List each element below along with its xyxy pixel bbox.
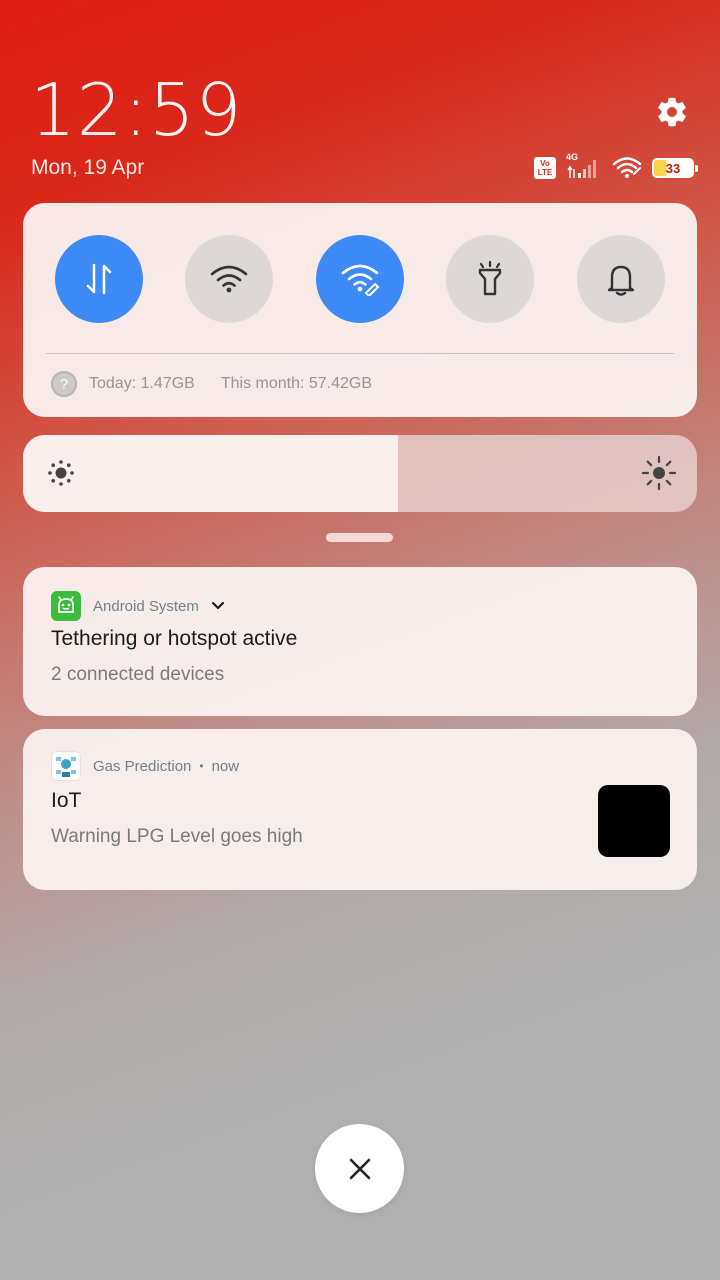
app-name: Gas Prediction <box>93 757 192 775</box>
brightness-fill <box>23 435 399 512</box>
notification-header: Android System <box>51 591 225 621</box>
flashlight-icon <box>478 260 502 296</box>
notification-header: Gas Prediction • now <box>51 751 239 781</box>
notification-body: Warning LPG Level goes high <box>51 826 303 847</box>
wifi-toggle[interactable] <box>185 235 273 323</box>
separator-dot: • <box>199 759 204 773</box>
notification-time: now <box>211 757 240 775</box>
wifi-icon <box>210 265 248 293</box>
date-label: Mon, 19 Apr <box>31 156 145 179</box>
battery-level: 33 <box>665 160 681 176</box>
volte-icon: Vo LTE <box>534 157 556 179</box>
mobile-data-icon <box>86 263 112 295</box>
hotspot-toggle[interactable] <box>316 235 404 323</box>
notification-card-gas-prediction[interactable]: Gas Prediction • now IoT Warning LPG Lev… <box>23 729 697 890</box>
battery-icon: 33 <box>652 158 698 178</box>
quick-settings-panel: ? Today: 1.47GB This month: 57.42GB <box>23 203 697 417</box>
expand-handle[interactable] <box>326 533 393 542</box>
gear-icon <box>658 97 686 127</box>
quick-settings-tiles <box>23 235 697 325</box>
usage-month: This month: 57.42GB <box>220 375 373 392</box>
flashlight-toggle[interactable] <box>446 235 534 323</box>
status-bar: Vo LTE 4G 33 <box>534 152 698 183</box>
android-icon <box>51 591 81 621</box>
data-usage-row[interactable]: ? Today: 1.47GB This month: 57.42GB <box>51 371 372 397</box>
signal-icon: 4G <box>566 152 602 180</box>
clock-time: 12:59 <box>30 68 243 152</box>
brightness-slider[interactable] <box>23 435 697 512</box>
brightness-high-icon <box>641 455 677 491</box>
notification-body: 2 connected devices <box>51 664 225 685</box>
app-name: Android System <box>93 597 199 615</box>
notification-card-android-system[interactable]: Android System Tethering or hotspot acti… <box>23 567 697 716</box>
close-icon <box>349 1158 370 1179</box>
notification-toggle[interactable] <box>577 235 665 323</box>
clear-all-button[interactable] <box>315 1124 404 1213</box>
notification-title: IoT <box>51 789 82 812</box>
brightness-low-icon <box>48 460 74 486</box>
settings-button[interactable] <box>654 94 690 130</box>
wifi-status-icon <box>612 157 642 178</box>
bell-icon <box>607 265 635 296</box>
gas-prediction-app-icon <box>51 751 81 781</box>
hotspot-icon <box>341 264 380 296</box>
mobile-data-toggle[interactable] <box>55 235 143 323</box>
chevron-down-icon[interactable] <box>211 601 225 611</box>
help-icon: ? <box>51 371 77 397</box>
usage-today: Today: 1.47GB <box>89 375 195 392</box>
notification-title: Tethering or hotspot active <box>51 627 298 650</box>
divider <box>46 353 674 354</box>
notification-thumbnail <box>598 785 670 857</box>
